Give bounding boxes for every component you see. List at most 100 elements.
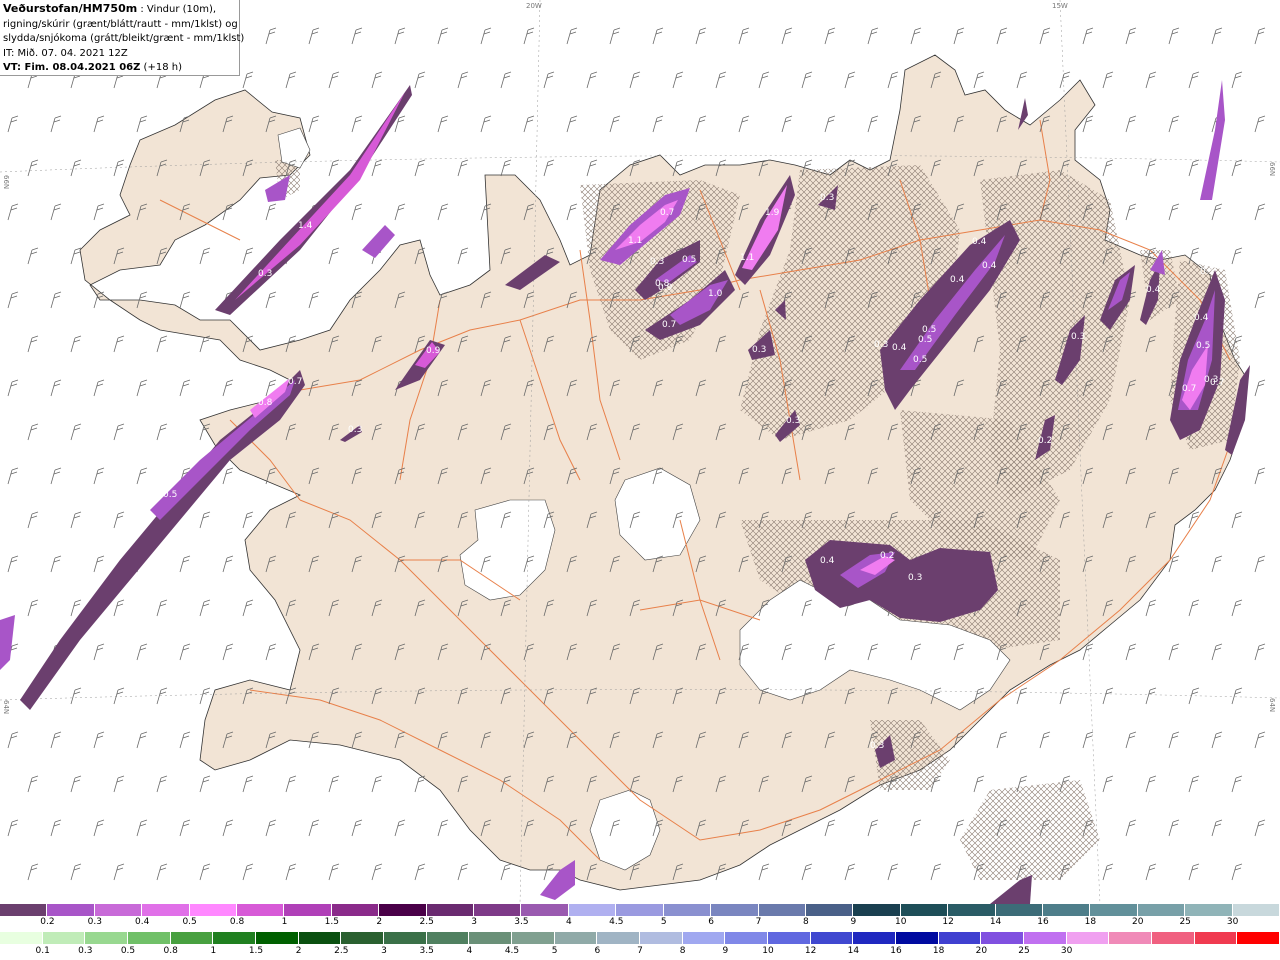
legend-swatch — [426, 904, 475, 916]
precip-value-label: 0.5 — [913, 355, 927, 365]
legend-swatch — [170, 932, 214, 944]
weather-map: 20W 15W 66N 66N 64N 64N 0.71.10.3 0.50.8… — [0, 0, 1280, 904]
precip-value-label: 0.3 — [650, 257, 664, 267]
precip-value-label: 0.3 — [258, 269, 272, 279]
precip-value-label: 0.3 — [870, 741, 884, 751]
legend-label: 8 — [679, 946, 686, 956]
legend-swatch — [256, 932, 299, 944]
legend-swatch — [94, 904, 143, 916]
legend-swatch — [896, 932, 939, 944]
legend-swatch — [711, 904, 759, 916]
legend-label: 30 — [1060, 946, 1073, 956]
map-info-box: Veðurstofan/HM750m : Vindur (10m), rigni… — [0, 0, 245, 76]
legend-swatch — [1066, 932, 1110, 944]
precip-value-label: 0.7 — [1182, 384, 1196, 394]
precip-value-label: 1.1 — [740, 253, 754, 263]
legend-label: 12 — [804, 946, 817, 956]
precip-value-label: 0.4 — [972, 237, 987, 247]
legend-label: 18 — [1084, 917, 1097, 927]
legend-swatch — [725, 932, 769, 944]
legend-swatch — [474, 904, 522, 916]
precip-value-label: 0.9 — [658, 283, 673, 293]
valid-time: VT: Fim. 08.04.2021 06Z — [3, 62, 141, 73]
legend-swatch — [1024, 932, 1067, 944]
precip-value-label: 0.5 — [918, 335, 932, 345]
legend-label: 10 — [895, 917, 907, 927]
legend-swatch — [938, 932, 982, 944]
legend-swatch — [47, 904, 95, 916]
legend-swatch — [469, 932, 513, 944]
precip-value-label: 1.4 — [298, 221, 313, 231]
legend-label: 14 — [989, 917, 1002, 927]
legend-label: 9 — [722, 946, 729, 956]
legend-rain-labels: 0.1 0.3 0.5 0.8 1 1.5 2 2.5 3 3.5 4 4.5 5 6 7 8 9 10 12 14 1… — [0, 946, 1280, 958]
legend-snow-labels: 0.2 0.3 0.4 0.5 0.8 1 1.5 2 2.5 3 3.5 4 4.5 5 6 7 8 9 10 12… — [0, 917, 1280, 929]
legend-swatch — [1237, 932, 1280, 944]
legend-label: 3 — [381, 946, 387, 956]
precip-value-label: 0.3 — [348, 425, 362, 435]
legend-label: 0.1 — [35, 946, 50, 956]
precip-value-label: 0.5 — [1196, 341, 1210, 351]
precip-value-label: 0.4 — [1146, 285, 1161, 295]
legend-label: 7 — [755, 917, 762, 927]
legend-swatch — [0, 904, 48, 916]
lat-label-66n-left: 66N — [2, 175, 10, 189]
legend-label: 2.5 — [334, 946, 349, 956]
legend-swatch — [805, 904, 854, 916]
precip-value-label: 0.5 — [163, 490, 177, 500]
legend-label: 0.4 — [135, 917, 150, 927]
legend-label: 0.5 — [182, 917, 197, 927]
precip-value-label: 0.3 — [752, 345, 766, 355]
precip-value-label: 0.3 — [908, 573, 922, 583]
legend-swatch — [810, 932, 854, 944]
legend-swatch — [284, 904, 332, 916]
legend-label: 3 — [471, 917, 477, 927]
precip-value-label: 0.3 — [1071, 332, 1085, 342]
legend-swatch — [554, 932, 598, 944]
legend-snow-row — [0, 904, 1280, 916]
legend-label: 0.3 — [87, 917, 102, 927]
info-line-3: slydda/snjókoma (grátt/bleikt/grænt - mm… — [3, 33, 245, 44]
legend-swatch — [853, 904, 901, 916]
precip-value-label: 0.3 — [820, 193, 834, 203]
precip-value-label: 1.1 — [628, 236, 642, 246]
legend-label: 3.5 — [419, 946, 434, 956]
legend-swatch — [900, 904, 949, 916]
legend-swatch — [331, 904, 380, 916]
legend-label: 25 — [1179, 917, 1191, 927]
precip-value-label: 0.4 — [950, 275, 965, 285]
lon-label-20w: 20W — [526, 2, 542, 10]
legend-label: 9 — [850, 917, 857, 927]
legend-label: 3.5 — [514, 917, 529, 927]
legend-label: 25 — [1018, 946, 1030, 956]
precip-value-label: 0.4 — [982, 261, 997, 271]
legend-label: 8 — [803, 917, 809, 927]
legend-label: 4 — [566, 917, 572, 927]
legend-swatch — [1185, 904, 1233, 916]
legend-swatch — [512, 932, 555, 944]
precip-value-label: 0.7 — [662, 320, 676, 330]
legend-swatch — [384, 932, 427, 944]
precip-value-label: 0.3 — [874, 340, 888, 350]
precip-value-label: 0.4 — [820, 556, 835, 566]
legend-swatch — [1137, 904, 1186, 916]
legend-swatch — [142, 904, 190, 916]
lat-label-64n-left: 64N — [2, 700, 10, 714]
color-legend: 0.2 0.3 0.4 0.5 0.8 1 1.5 2 2.5 3 3.5 4 4.5 5 6 7 8 9 10 12… — [0, 904, 1280, 960]
legend-swatch — [379, 904, 427, 916]
legend-swatch — [948, 904, 996, 916]
legend-label: 2 — [376, 917, 383, 927]
legend-label: 20 — [975, 946, 988, 956]
legend-swatch — [853, 932, 897, 944]
legend-swatch — [1232, 904, 1280, 916]
map-title: Veðurstofan/HM750m — [3, 2, 138, 15]
legend-label: 12 — [942, 917, 954, 927]
legend-label: 4 — [466, 946, 473, 956]
legend-swatch — [426, 932, 470, 944]
info-line-2: rigning/skúrir (grænt/blátt/rautt - mm/1… — [3, 18, 238, 30]
legend-swatch — [663, 904, 712, 916]
lat-label-66n-right: 66N — [1268, 162, 1276, 176]
legend-label: 18 — [932, 946, 945, 956]
legend-swatch — [995, 904, 1043, 916]
legend-label: 1.5 — [248, 946, 264, 956]
